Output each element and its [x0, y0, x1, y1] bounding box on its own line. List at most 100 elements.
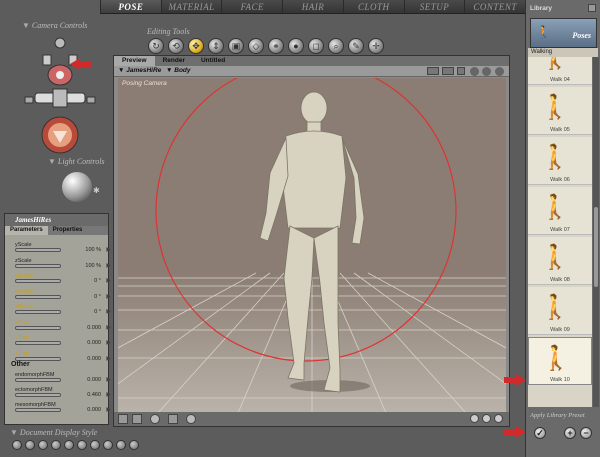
- parameter-value[interactable]: 0.000: [87, 325, 101, 331]
- remove-preset-icon[interactable]: −: [580, 427, 592, 439]
- parameter-row[interactable]: yTran 0.000 ▶: [15, 335, 111, 348]
- direct-manipulation-icon[interactable]: ✛: [368, 38, 384, 54]
- parameter-row[interactable]: yRotate 0 ° ▶: [15, 273, 111, 286]
- library-header[interactable]: 🚶 Poses: [530, 18, 597, 48]
- arrow-right-icon[interactable]: ▶: [106, 324, 111, 331]
- parameter-row[interactable]: xTran 0.000 ▶: [15, 320, 111, 333]
- parameter-dial[interactable]: [15, 263, 61, 268]
- parameter-row[interactable]: endomorphFBM 0.000 ▶: [15, 372, 111, 385]
- display-style-icon[interactable]: [51, 440, 61, 450]
- dot-icon[interactable]: [470, 414, 479, 423]
- library-item[interactable]: 🚶 Walk 05: [528, 87, 592, 135]
- parameter-dial[interactable]: [15, 310, 61, 314]
- morph-brush-icon[interactable]: ✎: [348, 38, 364, 54]
- scale-tool-icon[interactable]: ▣: [228, 38, 244, 54]
- panel-tab-parameters[interactable]: Parameters: [5, 226, 48, 235]
- parameter-value[interactable]: 0.000: [87, 356, 101, 362]
- parameter-row[interactable]: zRotate 0 ° ▶: [15, 304, 111, 317]
- parameter-dial[interactable]: [15, 341, 61, 345]
- room-tab-setup[interactable]: SETUP: [403, 0, 465, 13]
- taper-tool-icon[interactable]: ◇: [248, 38, 264, 54]
- arrow-right-icon[interactable]: ▶: [106, 308, 111, 315]
- library-subcategory[interactable]: Walking: [528, 48, 598, 57]
- arrow-right-icon[interactable]: ▶: [106, 355, 111, 362]
- 3d-viewport[interactable]: Posing Camera: [118, 78, 506, 413]
- parameter-value[interactable]: 0.000: [87, 407, 101, 413]
- arrow-right-icon[interactable]: ▶: [106, 376, 111, 383]
- light-sphere-icon[interactable]: [62, 172, 92, 202]
- room-tab-material[interactable]: MATERIAL: [160, 0, 222, 13]
- parameter-value[interactable]: 0.000: [87, 377, 101, 383]
- document-tab-preview[interactable]: Preview: [114, 56, 155, 66]
- dot-icon[interactable]: [186, 414, 196, 424]
- library-item[interactable]: 🚶 Walk 06: [528, 137, 592, 185]
- arrow-right-icon[interactable]: ▶: [106, 406, 111, 413]
- parameter-row[interactable]: yScale 100 % ▶: [15, 242, 111, 255]
- parameter-value[interactable]: 0 °: [94, 294, 101, 300]
- dot-icon[interactable]: [482, 414, 491, 423]
- parameter-row[interactable]: mesomorphFBM 0.000 ▶: [15, 402, 111, 415]
- small-square-icon[interactable]: [457, 67, 465, 75]
- parameter-value[interactable]: 100 %: [85, 263, 101, 269]
- arrow-right-icon[interactable]: ▶: [106, 262, 111, 269]
- arrow-right-icon[interactable]: ▶: [106, 339, 111, 346]
- parameter-value[interactable]: 0 °: [94, 278, 101, 284]
- actor-menu[interactable]: ▼ Body: [166, 67, 191, 74]
- display-style-icon[interactable]: [64, 440, 74, 450]
- display-style-icon[interactable]: [129, 440, 139, 450]
- library-scrollbar[interactable]: [593, 57, 599, 407]
- library-item[interactable]: 🚶 Walk 09: [528, 287, 592, 335]
- translate-tool-icon[interactable]: ✥: [188, 38, 204, 54]
- chain-break-icon[interactable]: ⚭: [268, 38, 284, 54]
- parameter-dial[interactable]: [15, 378, 61, 382]
- option-icon[interactable]: [470, 67, 479, 76]
- scrollbar-thumb[interactable]: [594, 207, 598, 287]
- library-item[interactable]: 🚶 Walk 10: [528, 337, 592, 385]
- display-style-icon[interactable]: [116, 440, 126, 450]
- room-tab-pose[interactable]: POSE: [100, 0, 161, 13]
- square-icon[interactable]: [118, 414, 128, 424]
- parameter-dial[interactable]: [15, 294, 61, 299]
- parameter-value[interactable]: 100 %: [85, 247, 101, 253]
- figure-menu[interactable]: ▼ JamesHiRe: [118, 67, 161, 74]
- color-tool-icon[interactable]: ●: [288, 38, 304, 54]
- library-item[interactable]: 🚶 Walk 07: [528, 187, 592, 235]
- rotate-tool-icon[interactable]: ↻: [148, 38, 164, 54]
- display-style-icon[interactable]: [25, 440, 35, 450]
- arrow-right-icon[interactable]: ▶: [106, 391, 111, 398]
- parameter-dial[interactable]: [15, 393, 61, 397]
- room-tab-cloth[interactable]: CLOTH: [342, 0, 404, 13]
- room-tab-hair[interactable]: HAIR: [282, 0, 343, 13]
- room-tab-content[interactable]: CONTENT: [464, 0, 526, 13]
- panel-tab-properties[interactable]: Properties: [48, 226, 88, 235]
- translate-in-out-icon[interactable]: ⇕: [208, 38, 224, 54]
- camera-controls[interactable]: [15, 35, 105, 155]
- apply-checkmark-icon[interactable]: ✓: [534, 427, 546, 439]
- square-icon[interactable]: [168, 414, 178, 424]
- display-style-icon[interactable]: [90, 440, 100, 450]
- display-style-icon[interactable]: [12, 440, 22, 450]
- display-style-icon[interactable]: [38, 440, 48, 450]
- parameter-value[interactable]: 0 °: [94, 309, 101, 315]
- document-tab-render[interactable]: Render: [155, 56, 193, 66]
- parameter-row[interactable]: zScale 100 % ▶: [15, 258, 111, 271]
- parameter-value[interactable]: 0.460: [87, 392, 101, 398]
- display-style-icon[interactable]: [103, 440, 113, 450]
- option-icon[interactable]: [482, 67, 491, 76]
- display-style-icon[interactable]: [77, 440, 87, 450]
- library-toggle-icon[interactable]: [588, 4, 596, 12]
- dot-icon[interactable]: [494, 414, 503, 423]
- view-magnifier-icon[interactable]: ⌕: [328, 38, 344, 54]
- arrow-right-icon[interactable]: ▶: [106, 246, 111, 253]
- add-preset-icon[interactable]: +: [564, 427, 576, 439]
- library-item[interactable]: 🚶 Walk 08: [528, 237, 592, 285]
- option-icon[interactable]: [495, 67, 504, 76]
- parameter-dial[interactable]: [15, 279, 61, 283]
- room-tab-face[interactable]: FACE: [221, 0, 283, 13]
- arrow-right-icon[interactable]: ▶: [106, 277, 111, 284]
- parameter-dial[interactable]: [15, 408, 61, 412]
- document-tab-untitled[interactable]: Untitled: [193, 56, 233, 66]
- grouping-tool-icon[interactable]: ◻: [308, 38, 324, 54]
- parameter-value[interactable]: 0.000: [87, 340, 101, 346]
- render-icon[interactable]: [427, 67, 439, 75]
